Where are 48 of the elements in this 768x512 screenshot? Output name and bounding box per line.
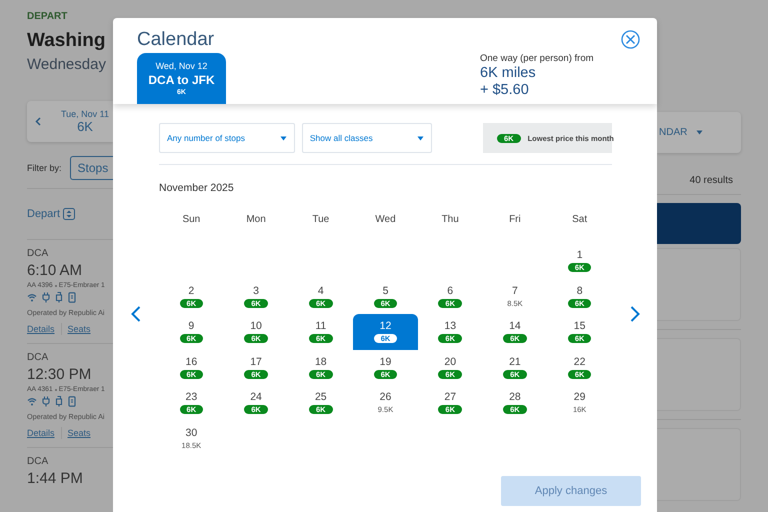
origin-code: DCA — [27, 248, 50, 259]
page-subtitle: Wednesday — [27, 56, 107, 73]
weekday-label: Fri — [508, 214, 522, 227]
chevron-right-icon — [630, 306, 640, 322]
caret-down-icon — [696, 130, 704, 135]
origin-code: DCA — [27, 352, 50, 363]
departure-time: 1:44 PM — [27, 470, 84, 487]
weekday-label: Wed — [374, 214, 397, 227]
fare-label: One way (per person) from — [480, 53, 595, 64]
sort-icon — [63, 208, 76, 220]
close-button[interactable] — [621, 30, 640, 49]
weekday-label: Sat — [571, 214, 588, 227]
class-select[interactable]: Show all classes — [302, 123, 432, 153]
results-count: 40 results — [688, 175, 734, 186]
filter-label: Filter by: — [27, 163, 62, 173]
fare-miles: 6K miles — [480, 65, 537, 81]
fare-fee: + $5.60 — [480, 82, 530, 98]
stops-select[interactable]: Any number of stops — [159, 123, 295, 153]
departure-time: 6:10 AM — [27, 262, 84, 279]
wifi-icon — [27, 293, 37, 302]
plug-icon — [42, 396, 50, 407]
separator-dot — [54, 388, 57, 390]
plug-icon — [42, 292, 50, 303]
close-icon — [621, 30, 640, 49]
origin-code: DCA — [27, 456, 50, 467]
weekday-label: Mon — [245, 214, 267, 227]
section-label: DEPART — [27, 11, 68, 22]
caret-down-icon — [417, 136, 424, 140]
month-label: November 2025 — [159, 182, 235, 194]
page-title: Washing — [27, 30, 106, 52]
chevron-left-icon — [35, 117, 41, 126]
previous-month-button[interactable] — [131, 306, 141, 322]
modal-title: Calendar — [137, 29, 216, 52]
departure-time: 12:30 PM — [27, 366, 92, 383]
usb-plug-icon — [55, 396, 63, 407]
next-month-button[interactable] — [630, 306, 640, 322]
weekday-label: Thu — [440, 214, 460, 227]
date-label: Tue, Nov 11 — [61, 109, 110, 119]
weekday-label: Tue — [311, 214, 330, 227]
weekday-label: Sun — [181, 214, 202, 227]
screen-icon — [68, 292, 76, 303]
date-price: 6K — [76, 119, 94, 134]
caret-down-icon — [280, 136, 287, 140]
separator-dot — [54, 284, 57, 286]
screen-icon — [68, 396, 76, 407]
chevron-left-icon — [131, 306, 141, 322]
usb-plug-icon — [55, 292, 63, 303]
wifi-icon — [27, 397, 37, 406]
